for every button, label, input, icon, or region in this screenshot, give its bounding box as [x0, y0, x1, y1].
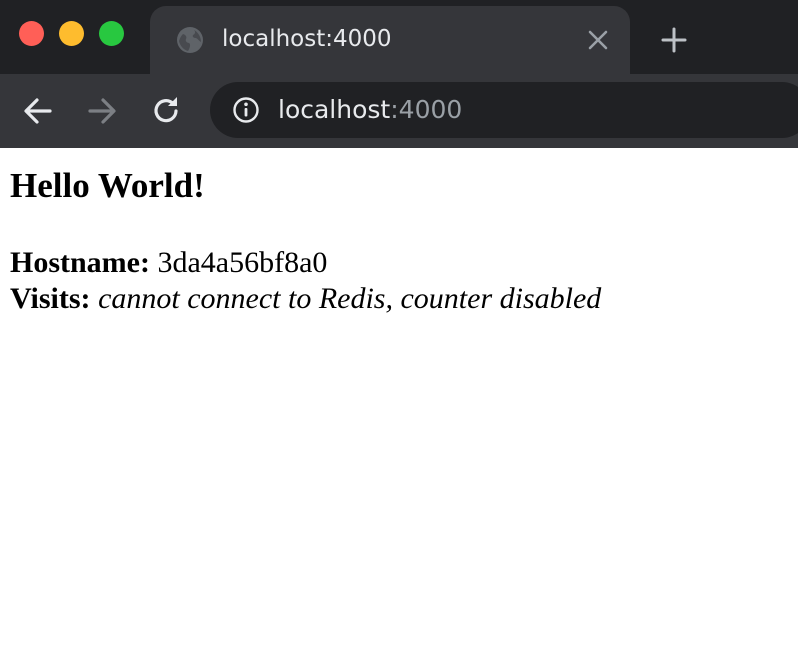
info-icon[interactable] — [232, 96, 260, 124]
close-icon[interactable] — [586, 28, 610, 52]
window-minimize-button[interactable] — [59, 21, 84, 46]
hostname-line: Hostname: 3da4a56bf8a0 — [10, 245, 327, 281]
url-host: localhost — [278, 95, 391, 124]
window-close-button[interactable] — [19, 21, 44, 46]
arrow-left-icon[interactable] — [20, 93, 56, 129]
url-port: :4000 — [390, 95, 463, 124]
address-bar-url[interactable]: localhost:4000 — [278, 93, 462, 127]
visits-line: Visits: cannot connect to Redis, counter… — [10, 281, 601, 317]
tab-localhost[interactable]: localhost:4000 — [150, 6, 630, 74]
address-bar[interactable]: localhost:4000 — [210, 82, 798, 138]
browser-toolbar: localhost:4000 — [0, 74, 798, 148]
hostname-label: Hostname: — [10, 246, 150, 279]
visits-label: Visits: — [10, 282, 91, 315]
tab-title: localhost:4000 — [222, 26, 392, 52]
hostname-value: 3da4a56bf8a0 — [157, 246, 328, 279]
tab-strip: localhost:4000 — [0, 0, 798, 74]
window-zoom-button[interactable] — [99, 21, 124, 46]
page-content: Hello World! Hostname: 3da4a56bf8a0 Visi… — [0, 148, 798, 672]
plus-icon[interactable] — [659, 25, 689, 55]
browser-window: localhost:4000 localhost:4000 Hello Worl… — [0, 0, 798, 672]
globe-icon — [177, 27, 203, 53]
visits-value: cannot connect to Redis, counter disable… — [98, 282, 602, 315]
page-title: Hello World! — [10, 166, 205, 205]
reload-icon[interactable] — [148, 93, 184, 129]
arrow-right-icon[interactable] — [84, 93, 120, 129]
